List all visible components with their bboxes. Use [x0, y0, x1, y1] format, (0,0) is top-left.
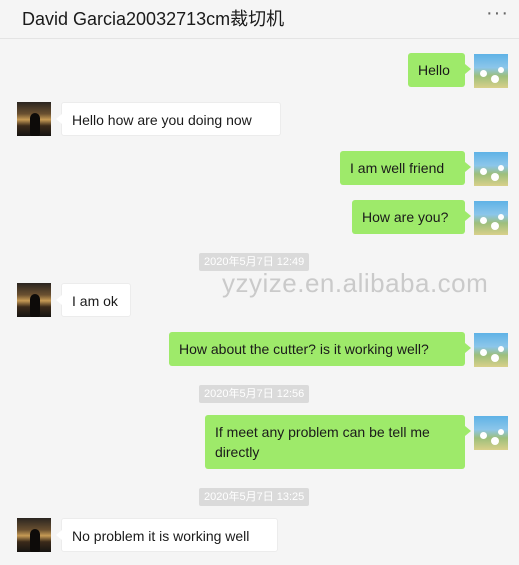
my-avatar[interactable] — [474, 201, 508, 235]
chat-header: David Garcia20032713cm裁切机 ··· — [0, 0, 519, 39]
my-avatar[interactable] — [474, 152, 508, 186]
message-bubble-outgoing[interactable]: How are you? — [352, 200, 471, 234]
more-options-icon[interactable]: ··· — [486, 3, 509, 23]
message-bubble-incoming[interactable]: I am ok — [56, 283, 131, 317]
chat-title: David Garcia20032713cm裁切机 — [22, 9, 285, 29]
contact-avatar[interactable] — [17, 102, 51, 136]
message-bubble-outgoing[interactable]: How about the cutter? is it working well… — [169, 332, 471, 366]
contact-avatar[interactable] — [17, 283, 51, 317]
watermark: yzyize.en.alibaba.com — [222, 268, 489, 298]
my-avatar[interactable] — [474, 54, 508, 88]
my-avatar[interactable] — [474, 416, 508, 450]
timestamp: 2020年5月7日 12:56 — [199, 385, 310, 403]
message-bubble-outgoing[interactable]: I am well friend — [340, 151, 471, 185]
timestamp: 2020年5月7日 13:25 — [199, 488, 310, 506]
contact-avatar[interactable] — [17, 518, 51, 552]
message-bubble-incoming[interactable]: Hello how are you doing now — [56, 102, 281, 136]
my-avatar[interactable] — [474, 333, 508, 367]
message-bubble-incoming[interactable]: No problem it is working well — [56, 518, 278, 552]
message-bubble-outgoing[interactable]: If meet any problem can be tell me direc… — [205, 415, 471, 469]
message-bubble-outgoing[interactable]: Hello — [408, 53, 471, 87]
